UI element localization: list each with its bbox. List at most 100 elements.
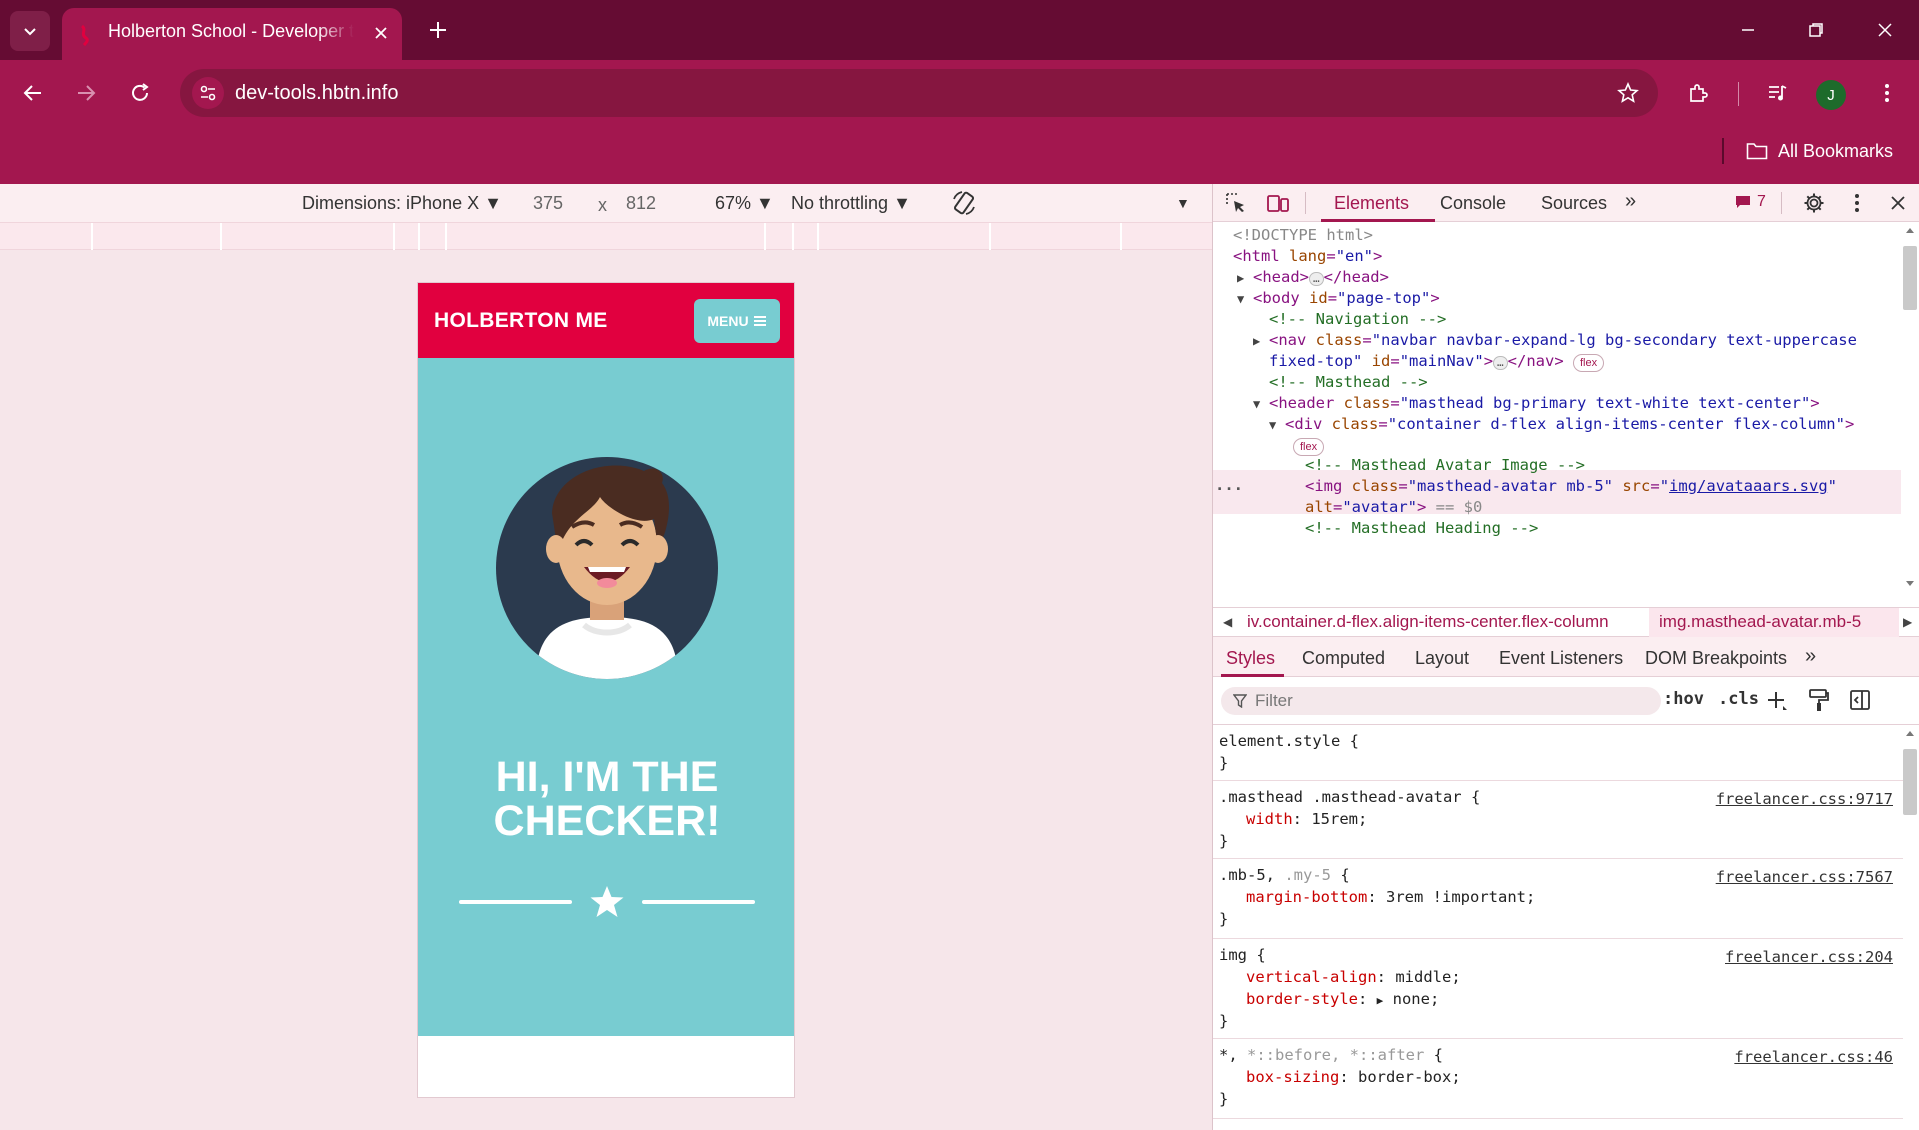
throttling-select[interactable]: No throttling ▼ xyxy=(791,193,911,214)
tab-styles[interactable]: Styles xyxy=(1226,648,1275,669)
tab-close-icon[interactable] xyxy=(368,20,394,46)
inspect-element-icon[interactable] xyxy=(1221,188,1251,218)
forward-arrow-icon[interactable] xyxy=(68,75,104,111)
rule-source-link[interactable]: freelancer.css:204 xyxy=(1725,948,1893,966)
html-node[interactable]: <html lang="en"> xyxy=(1233,247,1382,265)
comment-avatar[interactable]: <!-- Masthead Avatar Image --> xyxy=(1305,456,1585,474)
rule-source-link[interactable]: freelancer.css:9717 xyxy=(1716,790,1893,808)
device-toggle-icon[interactable] xyxy=(1263,188,1293,218)
collapse-triangle-icon[interactable]: ▼ xyxy=(1237,292,1253,306)
tab-event-listeners[interactable]: Event Listeners xyxy=(1499,648,1623,669)
expand-triangle-icon[interactable]: ▶ xyxy=(1237,271,1253,285)
active-tab[interactable]: Holberton School - Developer t xyxy=(62,8,402,60)
rule-declaration[interactable]: margin-bottom: 3rem !important; xyxy=(1246,888,1535,906)
rule-declaration[interactable]: box-sizing: border-box; xyxy=(1246,1068,1461,1086)
hov-toggle[interactable]: :hov xyxy=(1663,689,1704,709)
nav-node-continued[interactable]: fixed-top" id="mainNav">… </nav> flex xyxy=(1269,352,1605,372)
scroll-down-arrow-icon[interactable] xyxy=(1905,580,1915,588)
styles-scrollbar[interactable] xyxy=(1901,725,1919,1130)
styles-scroll-thumb[interactable] xyxy=(1903,749,1917,815)
rule-source-link[interactable]: freelancer.css:46 xyxy=(1734,1048,1893,1066)
issues-counter[interactable]: 7 xyxy=(1735,193,1766,211)
rule-declaration[interactable]: vertical-align: middle; xyxy=(1246,968,1461,986)
device-options-caret-icon[interactable]: ▼ xyxy=(1176,195,1190,211)
paint-roller-icon[interactable] xyxy=(1808,688,1830,712)
extensions-puzzle-icon[interactable] xyxy=(1680,75,1716,111)
flex-badge[interactable]: flex xyxy=(1293,438,1325,456)
site-info-icon[interactable] xyxy=(192,77,224,109)
breadcrumb-left-arrow-icon[interactable]: ◀ xyxy=(1223,615,1232,629)
expand-triangle-icon[interactable]: ▶ xyxy=(1253,334,1269,348)
brand-link[interactable]: HOLBERTON ME xyxy=(434,309,608,333)
menu-button[interactable]: MENU xyxy=(694,299,780,343)
breadcrumb-item-img[interactable]: img.masthead-avatar.mb-5 xyxy=(1659,612,1861,632)
tab-elements[interactable]: Elements xyxy=(1334,193,1409,214)
rule-declaration[interactable]: width: 15rem; xyxy=(1246,810,1367,828)
address-bar[interactable]: dev-tools.hbtn.info xyxy=(180,69,1658,117)
tab-console[interactable]: Console xyxy=(1440,193,1506,214)
comment-heading[interactable]: <!-- Masthead Heading --> xyxy=(1305,519,1538,537)
cls-toggle[interactable]: .cls xyxy=(1718,689,1759,709)
rule-selector[interactable]: element.style { xyxy=(1219,732,1359,750)
tab-dom-breakpoints[interactable]: DOM Breakpoints xyxy=(1645,648,1787,669)
rule-selector[interactable]: .mb-5, .my-5 { xyxy=(1219,866,1350,884)
tab-search-button[interactable] xyxy=(10,11,50,51)
flex-badge[interactable]: flex xyxy=(1573,354,1605,372)
tab-computed[interactable]: Computed xyxy=(1302,648,1385,669)
close-window-icon[interactable] xyxy=(1863,10,1907,50)
toggle-sidebar-icon[interactable] xyxy=(1849,689,1871,711)
media-control-icon[interactable] xyxy=(1759,75,1795,111)
scroll-up-arrow-icon[interactable] xyxy=(1905,729,1915,737)
head-node[interactable]: ▶ <head>… </head> xyxy=(1237,268,1389,286)
rule-declaration[interactable]: border-style: ▶ none; xyxy=(1246,990,1439,1008)
container-div-node[interactable]: ▼ <div class="container d-flex align-item… xyxy=(1269,415,1854,433)
rotate-device-icon[interactable] xyxy=(950,189,978,217)
collapsed-ellipsis[interactable]: … xyxy=(1309,272,1324,286)
elements-scrollbar[interactable] xyxy=(1901,222,1919,594)
comment-navigation[interactable]: <!-- Navigation --> xyxy=(1269,310,1446,328)
more-styles-tabs-chevron-icon[interactable]: » xyxy=(1805,645,1816,668)
bookmark-star-icon[interactable] xyxy=(1612,77,1644,109)
device-height-input[interactable]: 812 xyxy=(626,193,656,214)
close-devtools-icon[interactable] xyxy=(1883,188,1913,218)
comment-masthead[interactable]: <!-- Masthead --> xyxy=(1269,373,1428,391)
minimize-icon[interactable] xyxy=(1726,10,1770,50)
rule-source-link[interactable]: freelancer.css:7567 xyxy=(1716,868,1893,886)
all-bookmarks-button[interactable]: All Bookmarks xyxy=(1746,136,1893,166)
expand-triangle-icon[interactable]: ▶ xyxy=(1377,994,1384,1007)
devtools-more-icon[interactable] xyxy=(1842,188,1872,218)
img-node[interactable]: <img class="masthead-avatar mb-5" src="i… xyxy=(1305,477,1837,495)
rule-selector[interactable]: *, *::before, *::after { xyxy=(1219,1046,1443,1064)
styles-filter-input[interactable]: Filter xyxy=(1221,687,1661,715)
new-tab-plus-icon[interactable] xyxy=(422,14,454,46)
breadcrumb-item-container[interactable]: iv.container.d-flex.align-items-center.f… xyxy=(1247,612,1609,632)
nav-node[interactable]: ▶ <nav class="navbar navbar-expand-lg bg-… xyxy=(1253,331,1857,349)
elements-scroll-thumb[interactable] xyxy=(1903,246,1917,310)
collapse-triangle-icon[interactable]: ▼ xyxy=(1269,418,1285,432)
img-src-link[interactable]: img/avataaars.svg xyxy=(1669,477,1828,495)
collapsed-ellipsis[interactable]: … xyxy=(1493,356,1508,370)
selected-node-dots[interactable]: ... xyxy=(1215,476,1243,494)
restore-icon[interactable] xyxy=(1794,10,1838,50)
doctype-node[interactable]: <!DOCTYPE html> xyxy=(1233,226,1373,244)
url-text[interactable]: dev-tools.hbtn.info xyxy=(235,82,398,105)
scroll-up-arrow-icon[interactable] xyxy=(1905,226,1915,234)
device-dimensions-select[interactable]: Dimensions: iPhone X ▼ xyxy=(302,193,502,214)
reload-icon[interactable] xyxy=(122,75,158,111)
rule-selector[interactable]: .masthead .masthead-avatar { xyxy=(1219,788,1480,806)
img-node-continued[interactable]: alt="avatar"> == $0 xyxy=(1305,498,1482,516)
breadcrumb-right-arrow-icon[interactable]: ▶ xyxy=(1903,615,1912,629)
zoom-select[interactable]: 67% ▼ xyxy=(715,193,774,214)
header-node[interactable]: ▼ <header class="masthead bg-primary text… xyxy=(1253,394,1820,412)
tab-sources[interactable]: Sources xyxy=(1541,193,1607,214)
collapse-triangle-icon[interactable]: ▼ xyxy=(1253,397,1269,411)
more-tabs-chevron-icon[interactable]: » xyxy=(1625,190,1636,213)
body-node[interactable]: ▼ <body id="page-top"> xyxy=(1237,289,1440,307)
profile-avatar[interactable]: J xyxy=(1816,80,1846,110)
new-style-rule-plus-icon[interactable] xyxy=(1766,690,1788,712)
tab-layout[interactable]: Layout xyxy=(1415,648,1469,669)
back-arrow-icon[interactable] xyxy=(15,75,51,111)
settings-gear-icon[interactable] xyxy=(1799,188,1829,218)
more-vert-icon[interactable] xyxy=(1869,75,1905,111)
device-width-input[interactable]: 375 xyxy=(533,193,563,214)
